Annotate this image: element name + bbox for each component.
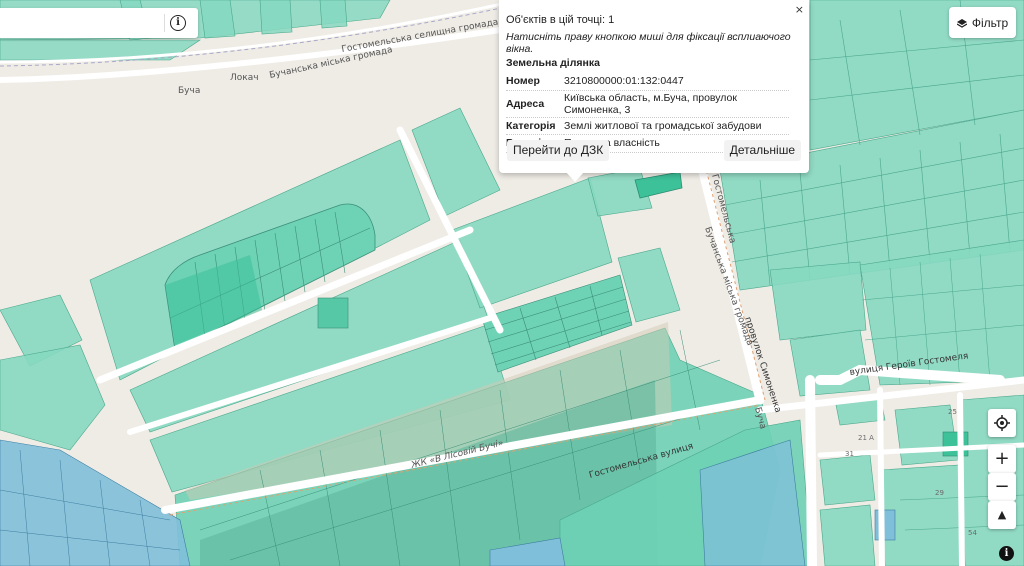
row-value: Землі житлової та громадської забудови <box>564 117 789 135</box>
compass-button[interactable]: ▲ <box>988 501 1016 529</box>
table-row: Категорія Землі житлової та громадської з… <box>506 117 789 135</box>
attribution-info-icon[interactable]: i <box>999 546 1014 561</box>
label-num-21a: 21 А <box>858 434 874 442</box>
popup-section-title: Земельна ділянка <box>506 57 600 69</box>
row-value: 3210800000:01:132:0447 <box>564 73 789 91</box>
label-bucha: Буча <box>178 86 200 96</box>
label-num-29: 29 <box>935 489 944 497</box>
label-num-54: 54 <box>968 529 977 537</box>
info-icon[interactable]: i <box>170 15 186 31</box>
parcel-popup: × Об'єктів в цій точці: 1 Натисніть прав… <box>499 0 809 173</box>
locate-button[interactable] <box>988 409 1016 437</box>
search-divider <box>164 14 165 32</box>
label-lokach: Локач <box>230 73 259 83</box>
filter-button[interactable]: Фільтр <box>949 7 1016 38</box>
label-num-31: 31 <box>845 450 854 458</box>
row-key: Адреса <box>506 90 564 118</box>
goto-dzk-button[interactable]: Перейти до ДЗК <box>507 140 610 161</box>
popup-count: Об'єктів в цій точці: 1 <box>506 14 615 26</box>
layers-icon <box>956 18 968 28</box>
popup-tip <box>566 172 584 182</box>
popup-hint: Натисніть праву кнопкою миші для фіксаці… <box>506 31 791 55</box>
search-bar: i <box>0 8 198 38</box>
table-row: Адреса Київська область, м.Буча, провулок… <box>506 90 789 118</box>
label-num-25: 25 <box>948 408 957 416</box>
parcel-small <box>317 297 349 329</box>
row-key: Категорія <box>506 117 564 135</box>
row-key: Номер <box>506 73 564 91</box>
close-icon[interactable]: × <box>795 3 804 16</box>
zoom-in-button[interactable]: + <box>988 445 1016 473</box>
table-row: Номер 3210800000:01:132:0447 <box>506 73 789 91</box>
locate-icon <box>994 412 1010 433</box>
search-input[interactable] <box>6 13 160 35</box>
compass-icon: ▲ <box>997 508 1007 521</box>
filter-label: Фільтр <box>971 15 1009 30</box>
row-value: Київська область, м.Буча, провулок Симон… <box>564 90 789 118</box>
details-button[interactable]: Детальніше <box>723 140 801 161</box>
zoom-out-button[interactable]: − <box>988 473 1016 501</box>
